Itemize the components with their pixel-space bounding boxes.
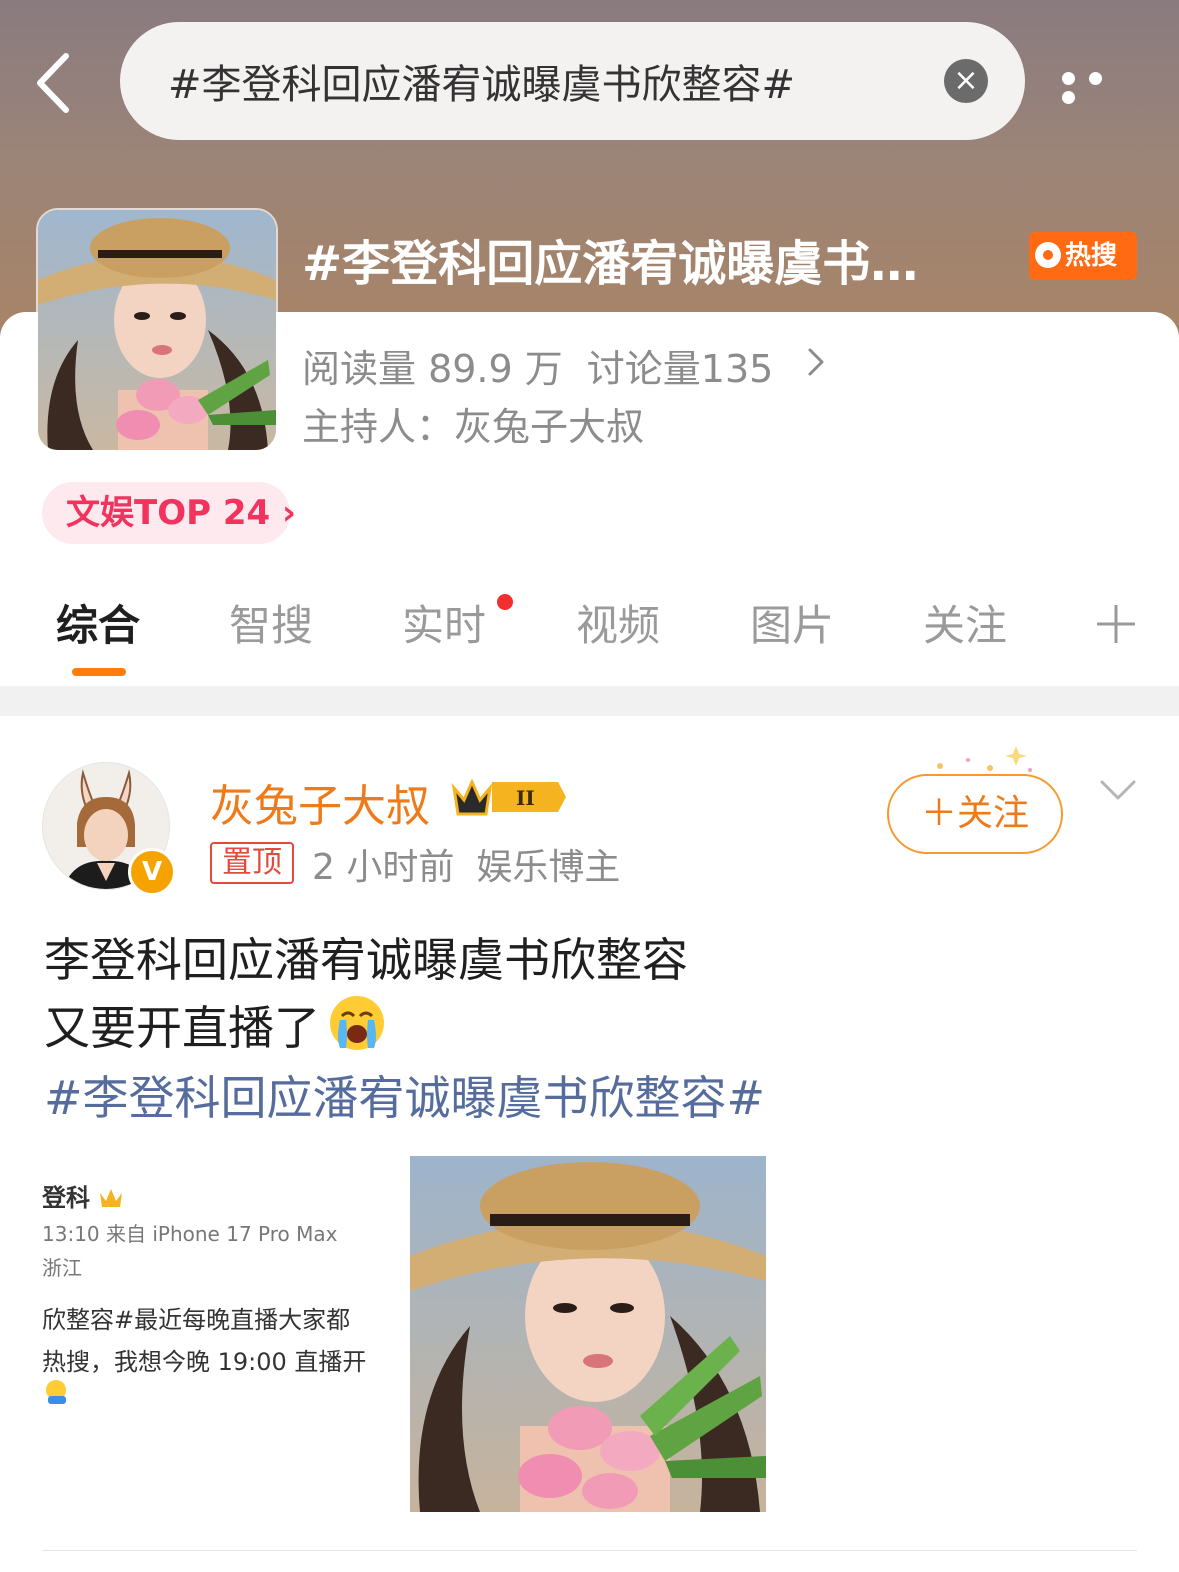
tab-realtime[interactable]: 实时 [402, 592, 486, 653]
author-name[interactable]: 灰兔子大叔 [210, 770, 430, 834]
svg-text:II: II [516, 786, 535, 810]
tab-comprehensive[interactable]: 综合 [56, 592, 140, 653]
post-text-line2: 又要开直播了 [44, 992, 386, 1058]
post-text-line2-content: 又要开直播了 [44, 1001, 320, 1055]
topic-cover-image[interactable] [36, 208, 278, 452]
verified-badge-icon: V [128, 848, 176, 896]
tab-smart-search[interactable]: 智搜 [229, 592, 313, 653]
post-hashtag-link[interactable]: #李登科回应潘宥诚曝虞书欣整容# [44, 1062, 765, 1128]
add-tab-icon[interactable] [1095, 603, 1137, 645]
tab-video[interactable]: 视频 [576, 592, 660, 653]
crown-icon [100, 1189, 123, 1207]
crown-level-icon: II [451, 778, 566, 816]
tab-images[interactable]: 图片 [750, 592, 834, 653]
new-content-dot [497, 594, 513, 610]
quoted-author-name: 登科 [42, 1184, 90, 1212]
quoted-author: 登科 [42, 1178, 124, 1213]
topic-title: #李登科回应潘宥诚曝虞书… [302, 236, 919, 292]
search-query[interactable]: #李登科回应潘宥诚曝虞书欣整容# [168, 52, 795, 110]
hot-search-label: 热搜 [1065, 241, 1118, 271]
clear-icon[interactable]: × [944, 59, 988, 103]
chevron-right-icon[interactable] [804, 344, 828, 380]
search-bar[interactable]: #李登科回应潘宥诚曝虞书欣整容# × [120, 22, 1025, 140]
post-time: 2 小时前 [312, 847, 455, 888]
back-button[interactable] [28, 48, 88, 118]
quoted-time: 13:10 来自 iPhone 17 Pro Max [42, 1222, 338, 1246]
quoted-line1: 欣整容#最近每晚直播大家都 [42, 1306, 351, 1334]
more-options-icon[interactable] [1062, 70, 1138, 104]
post-image-screenshot[interactable]: 登科 13:10 来自 iPhone 17 Pro Max 浙江 欣整容#最近每… [42, 1156, 398, 1512]
topic-stats[interactable]: 阅读量 89.9 万讨论量135 [302, 338, 773, 393]
tab-following[interactable]: 关注 [923, 592, 1007, 653]
hot-search-badge[interactable]: 热搜 [1029, 232, 1137, 280]
section-divider [0, 686, 1179, 716]
rank-badge[interactable]: 文娱TOP 24 › [42, 482, 296, 544]
back-arrow-icon [37, 53, 69, 113]
post-image-photo[interactable] [410, 1156, 766, 1512]
hot-search-icon [1035, 242, 1061, 268]
read-count: 阅读量 89.9 万 [302, 347, 563, 391]
chevron-down-icon[interactable] [1098, 778, 1138, 804]
pinned-label: 置顶 [210, 842, 294, 884]
thinking-emoji-icon [46, 1380, 66, 1404]
active-tab-indicator [72, 668, 126, 676]
post-meta: 2 小时前 娱乐博主 [312, 838, 620, 890]
topic-host[interactable]: 主持人：灰兔子大叔 [302, 396, 644, 451]
post-divider [42, 1550, 1137, 1551]
author-role: 娱乐博主 [476, 847, 621, 888]
crying-face-emoji-icon [330, 996, 384, 1050]
quoted-line2: 热搜，我想今晚 19:00 直播开 [42, 1348, 367, 1376]
discussion-count: 讨论量135 [586, 347, 774, 391]
tab-bar: 综合 智搜 实时 视频 图片 关注 [0, 592, 1179, 684]
quoted-location: 浙江 [42, 1256, 82, 1280]
post-text-line1: 李登科回应潘宥诚曝虞书欣整容 [44, 933, 688, 987]
follow-button[interactable]: ＋关注 [887, 774, 1063, 854]
